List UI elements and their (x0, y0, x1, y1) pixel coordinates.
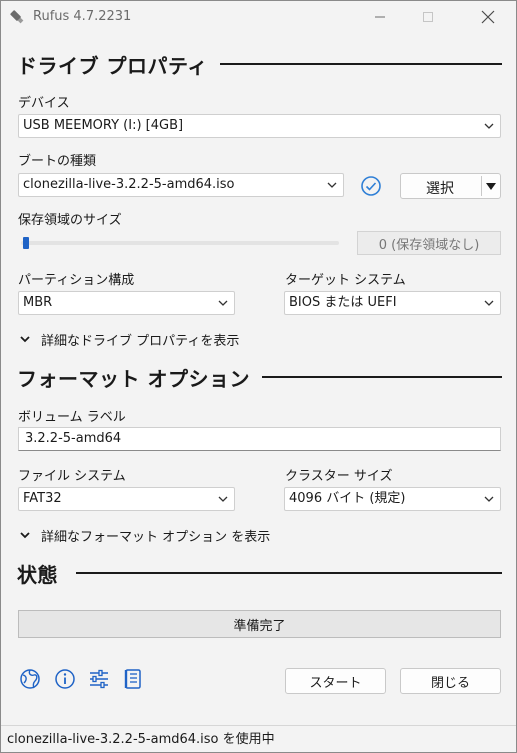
start-button[interactable]: スタート (285, 668, 386, 694)
persistent-size-slider-thumb[interactable] (23, 237, 29, 249)
heading-divider (261, 376, 502, 378)
heading-divider (219, 63, 502, 65)
boot-type-label: ブートの種類 (18, 154, 97, 169)
file-system-value: FAT32 (23, 491, 62, 506)
chevron-down-icon (484, 496, 494, 502)
usb-drive-icon (10, 10, 24, 24)
format-options-heading: フォーマット オプション (17, 364, 502, 391)
globe-icon[interactable] (19, 668, 41, 690)
settings-sliders-icon[interactable] (88, 668, 110, 690)
start-button-label: スタート (309, 675, 362, 691)
log-icon[interactable] (122, 668, 144, 690)
advanced-drive-toggle-label: 詳細なドライブ プロパティを表示 (41, 333, 240, 349)
close-icon (481, 10, 495, 24)
select-button[interactable]: 選択 (400, 173, 501, 199)
advanced-format-toggle[interactable]: 詳細なフォーマット オプション を表示 (19, 525, 270, 545)
persistent-size-slider-track[interactable] (21, 241, 339, 245)
partition-scheme-value: MBR (23, 295, 53, 310)
format-options-title: フォーマット オプション (17, 366, 250, 391)
chevron-down-icon (484, 300, 494, 306)
persistent-size-label: 保存領域のサイズ (18, 213, 122, 228)
split-arrow-down-icon[interactable] (485, 182, 497, 192)
drive-properties-title: ドライブ プロパティ (17, 53, 208, 78)
status-heading: 状態 (17, 560, 502, 587)
status-progress-bar: 準備完了 (18, 610, 501, 638)
cluster-size-dropdown[interactable]: 4096 バイト (規定) (284, 487, 501, 511)
close-button-label: 閉じる (430, 675, 470, 691)
file-system-dropdown[interactable]: FAT32 (18, 487, 235, 511)
cluster-size-value: 4096 バイト (規定) (289, 491, 406, 506)
file-system-label: ファイル システム (18, 469, 126, 484)
volume-label-input[interactable]: 3.2.2-5-amd64 (18, 427, 501, 451)
close-window-button[interactable] (465, 1, 511, 33)
footer-text: clonezilla-live-3.2.2-5-amd64.iso を使用中 (7, 732, 275, 747)
info-icon[interactable] (54, 668, 76, 690)
target-system-label: ターゲット システム (285, 273, 406, 288)
partition-scheme-dropdown[interactable]: MBR (18, 291, 235, 315)
partition-scheme-label: パーティション構成 (18, 273, 135, 288)
persistent-size-field[interactable]: 0 (保存領域なし) (357, 231, 501, 255)
maximize-icon (423, 12, 433, 22)
status-title: 状態 (17, 562, 58, 587)
target-system-value: BIOS または UEFI (289, 295, 397, 310)
close-button[interactable]: 閉じる (400, 668, 501, 694)
expand-chevron-icon (20, 532, 30, 539)
advanced-format-toggle-label: 詳細なフォーマット オプション を表示 (41, 529, 271, 545)
target-system-dropdown[interactable]: BIOS または UEFI (284, 291, 501, 315)
chevron-down-icon (218, 300, 228, 306)
select-button-label: 選択 (426, 181, 454, 197)
minimize-icon (375, 16, 385, 18)
expand-chevron-icon (20, 336, 30, 343)
boot-type-dropdown[interactable]: clonezilla-live-3.2.2-5-amd64.iso (18, 173, 344, 197)
select-split-divider (481, 176, 482, 196)
check-hash-icon[interactable] (360, 175, 382, 197)
heading-divider (76, 572, 502, 574)
volume-label-label: ボリューム ラベル (18, 410, 126, 425)
chevron-down-icon (218, 496, 228, 502)
status-text: 準備完了 (233, 618, 286, 634)
persistent-size-value: 0 (保存領域なし) (378, 237, 480, 253)
rufus-window: Rufus 4.7.2231 ドライブ プロパティ デバイス USB MEEMO… (0, 0, 517, 753)
device-value: USB MEEMORY (I:) [4GB] (23, 118, 184, 133)
chevron-down-icon (484, 123, 494, 129)
status-footer: clonezilla-live-3.2.2-5-amd64.iso を使用中 (1, 725, 516, 752)
window-title: Rufus 4.7.2231 (33, 9, 132, 24)
device-dropdown[interactable]: USB MEEMORY (I:) [4GB] (18, 114, 501, 138)
drive-properties-heading: ドライブ プロパティ (17, 51, 502, 78)
title-bar: Rufus 4.7.2231 (1, 1, 516, 33)
boot-type-value: clonezilla-live-3.2.2-5-amd64.iso (23, 177, 235, 192)
advanced-drive-toggle[interactable]: 詳細なドライブ プロパティを表示 (19, 329, 239, 349)
maximize-button[interactable] (405, 1, 451, 33)
volume-label-value: 3.2.2-5-amd64 (25, 431, 122, 446)
cluster-size-label: クラスター サイズ (285, 469, 393, 484)
minimize-button[interactable] (357, 1, 403, 33)
device-label: デバイス (18, 96, 70, 111)
chevron-down-icon (327, 182, 337, 188)
